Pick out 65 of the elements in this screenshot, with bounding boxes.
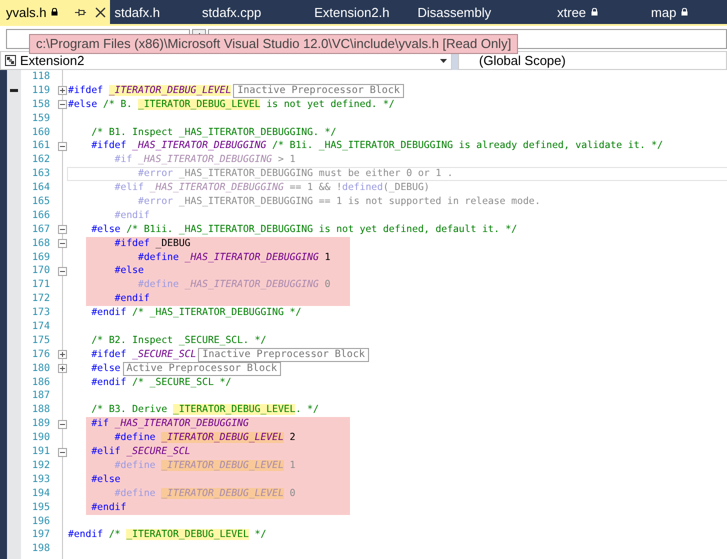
line-number: 171 [30, 278, 50, 292]
code-line: #ifdef _DEBUG [114, 236, 190, 251]
code-line: #else /* B. _ITERATOR_DEBUG_LEVEL is not yet defined. */ [68, 98, 395, 112]
line-number: 174 [30, 320, 50, 334]
code-line: #define _HAS_ITERATOR_DEBUGGING 0 [136, 278, 330, 292]
line-number: 163 [30, 167, 50, 182]
line-number: 198 [30, 542, 50, 556]
code-line: #endif [114, 292, 150, 306]
code-line: #ifdef _ITERATOR_DEBUG_LEVEL [68, 84, 232, 98]
code-line: #endif /* _SECURE_SCL */ [90, 376, 232, 390]
line-number: 190 [30, 431, 50, 446]
code-line: #if _HAS_ITERATOR_DEBUGGING [90, 417, 249, 432]
line-number: 159 [30, 112, 50, 126]
code-line: #else [114, 264, 144, 278]
code-line: /* B1. Inspect _HAS_ITERATOR_DEBUGGING. */ [90, 126, 336, 140]
code-line: /* B2. Inspect _SECURE_SCL. */ [90, 334, 266, 348]
line-number: 197 [30, 528, 50, 542]
line-number: 165 [30, 195, 50, 209]
code-line: #elif _SECURE_SCL [90, 445, 190, 459]
line-number: 193 [30, 472, 50, 487]
line-number: 161 [30, 139, 50, 154]
line-number: 166 [30, 208, 50, 223]
code-line: #endif /* _HAS_ITERATOR_DEBUGGING */ [90, 306, 302, 320]
code-line: #endif [114, 208, 150, 223]
line-number: 172 [30, 292, 50, 306]
line-number: 191 [30, 445, 50, 459]
line-number: 189 [30, 417, 50, 432]
line-number: 195 [30, 500, 50, 514]
line-number: 194 [30, 486, 50, 501]
line-number: 188 [30, 403, 50, 418]
line-number: 164 [30, 181, 50, 196]
code-line: #if _HAS_ITERATOR_DEBUGGING > 1 [114, 153, 296, 168]
code-line: #error _HAS_ITERATOR_DEBUGGING == 1 is not supported in release mode. [136, 195, 540, 209]
code-line: #ifdef _HAS_ITERATOR_DEBUGGING /* B1i. _HAS_ITERATOR_DEBUGGING is already defined, validate it. */ [90, 139, 663, 154]
line-number: 162 [30, 153, 50, 168]
code-line: #define _ITERATOR_DEBUG_LEVEL 1 [114, 458, 296, 473]
code-line: #define _ITERATOR_DEBUG_LEVEL 2 [114, 431, 296, 446]
code-line: #endif /* _ITERATOR_DEBUG_LEVEL */ [68, 528, 266, 542]
line-number: 173 [30, 306, 50, 320]
line-number: 196 [30, 514, 50, 528]
code-line: #ifdef _SECURE_SCL [90, 348, 196, 362]
code-line: /* B3. Derive _ITERATOR_DEBUG_LEVEL. */ [90, 403, 319, 418]
line-number: 192 [30, 458, 50, 473]
line-number: 175 [30, 334, 50, 348]
line-number: 186 [30, 376, 50, 390]
line-number: 187 [30, 389, 50, 404]
line-number: 158 [30, 98, 50, 112]
line-number: 160 [30, 126, 50, 140]
code-line: #elif _HAS_ITERATOR_DEBUGGING == 1 && !defined(_DEBUG) [114, 181, 430, 196]
file-path-tooltip: c:\Program Files (x86)\Microsoft Visual Studio 12.0\VC\include\yvals.h [Read Only] [29, 34, 518, 54]
line-number: 180 [30, 362, 50, 376]
code-line: #else [90, 472, 120, 487]
line-number: 169 [30, 250, 50, 264]
code-line: #error _HAS_ITERATOR_DEBUGGING must be either 0 or 1 . [136, 167, 453, 182]
line-number: 118 [30, 70, 50, 84]
line-number: 119 [30, 84, 50, 98]
line-number: 170 [30, 264, 50, 278]
code-line: #define _ITERATOR_DEBUG_LEVEL 0 [114, 486, 296, 501]
code-line: #define _HAS_ITERATOR_DEBUGGING 1 [136, 250, 330, 264]
line-number: 168 [30, 236, 50, 251]
line-number: 167 [30, 222, 50, 237]
code-line: #else [90, 362, 120, 376]
line-number: 176 [30, 348, 50, 362]
code-line: #else /* B1ii. _HAS_ITERATOR_DEBUGGING is not yet defined, default it. */ [90, 222, 518, 237]
code-line: #endif [90, 500, 126, 515]
